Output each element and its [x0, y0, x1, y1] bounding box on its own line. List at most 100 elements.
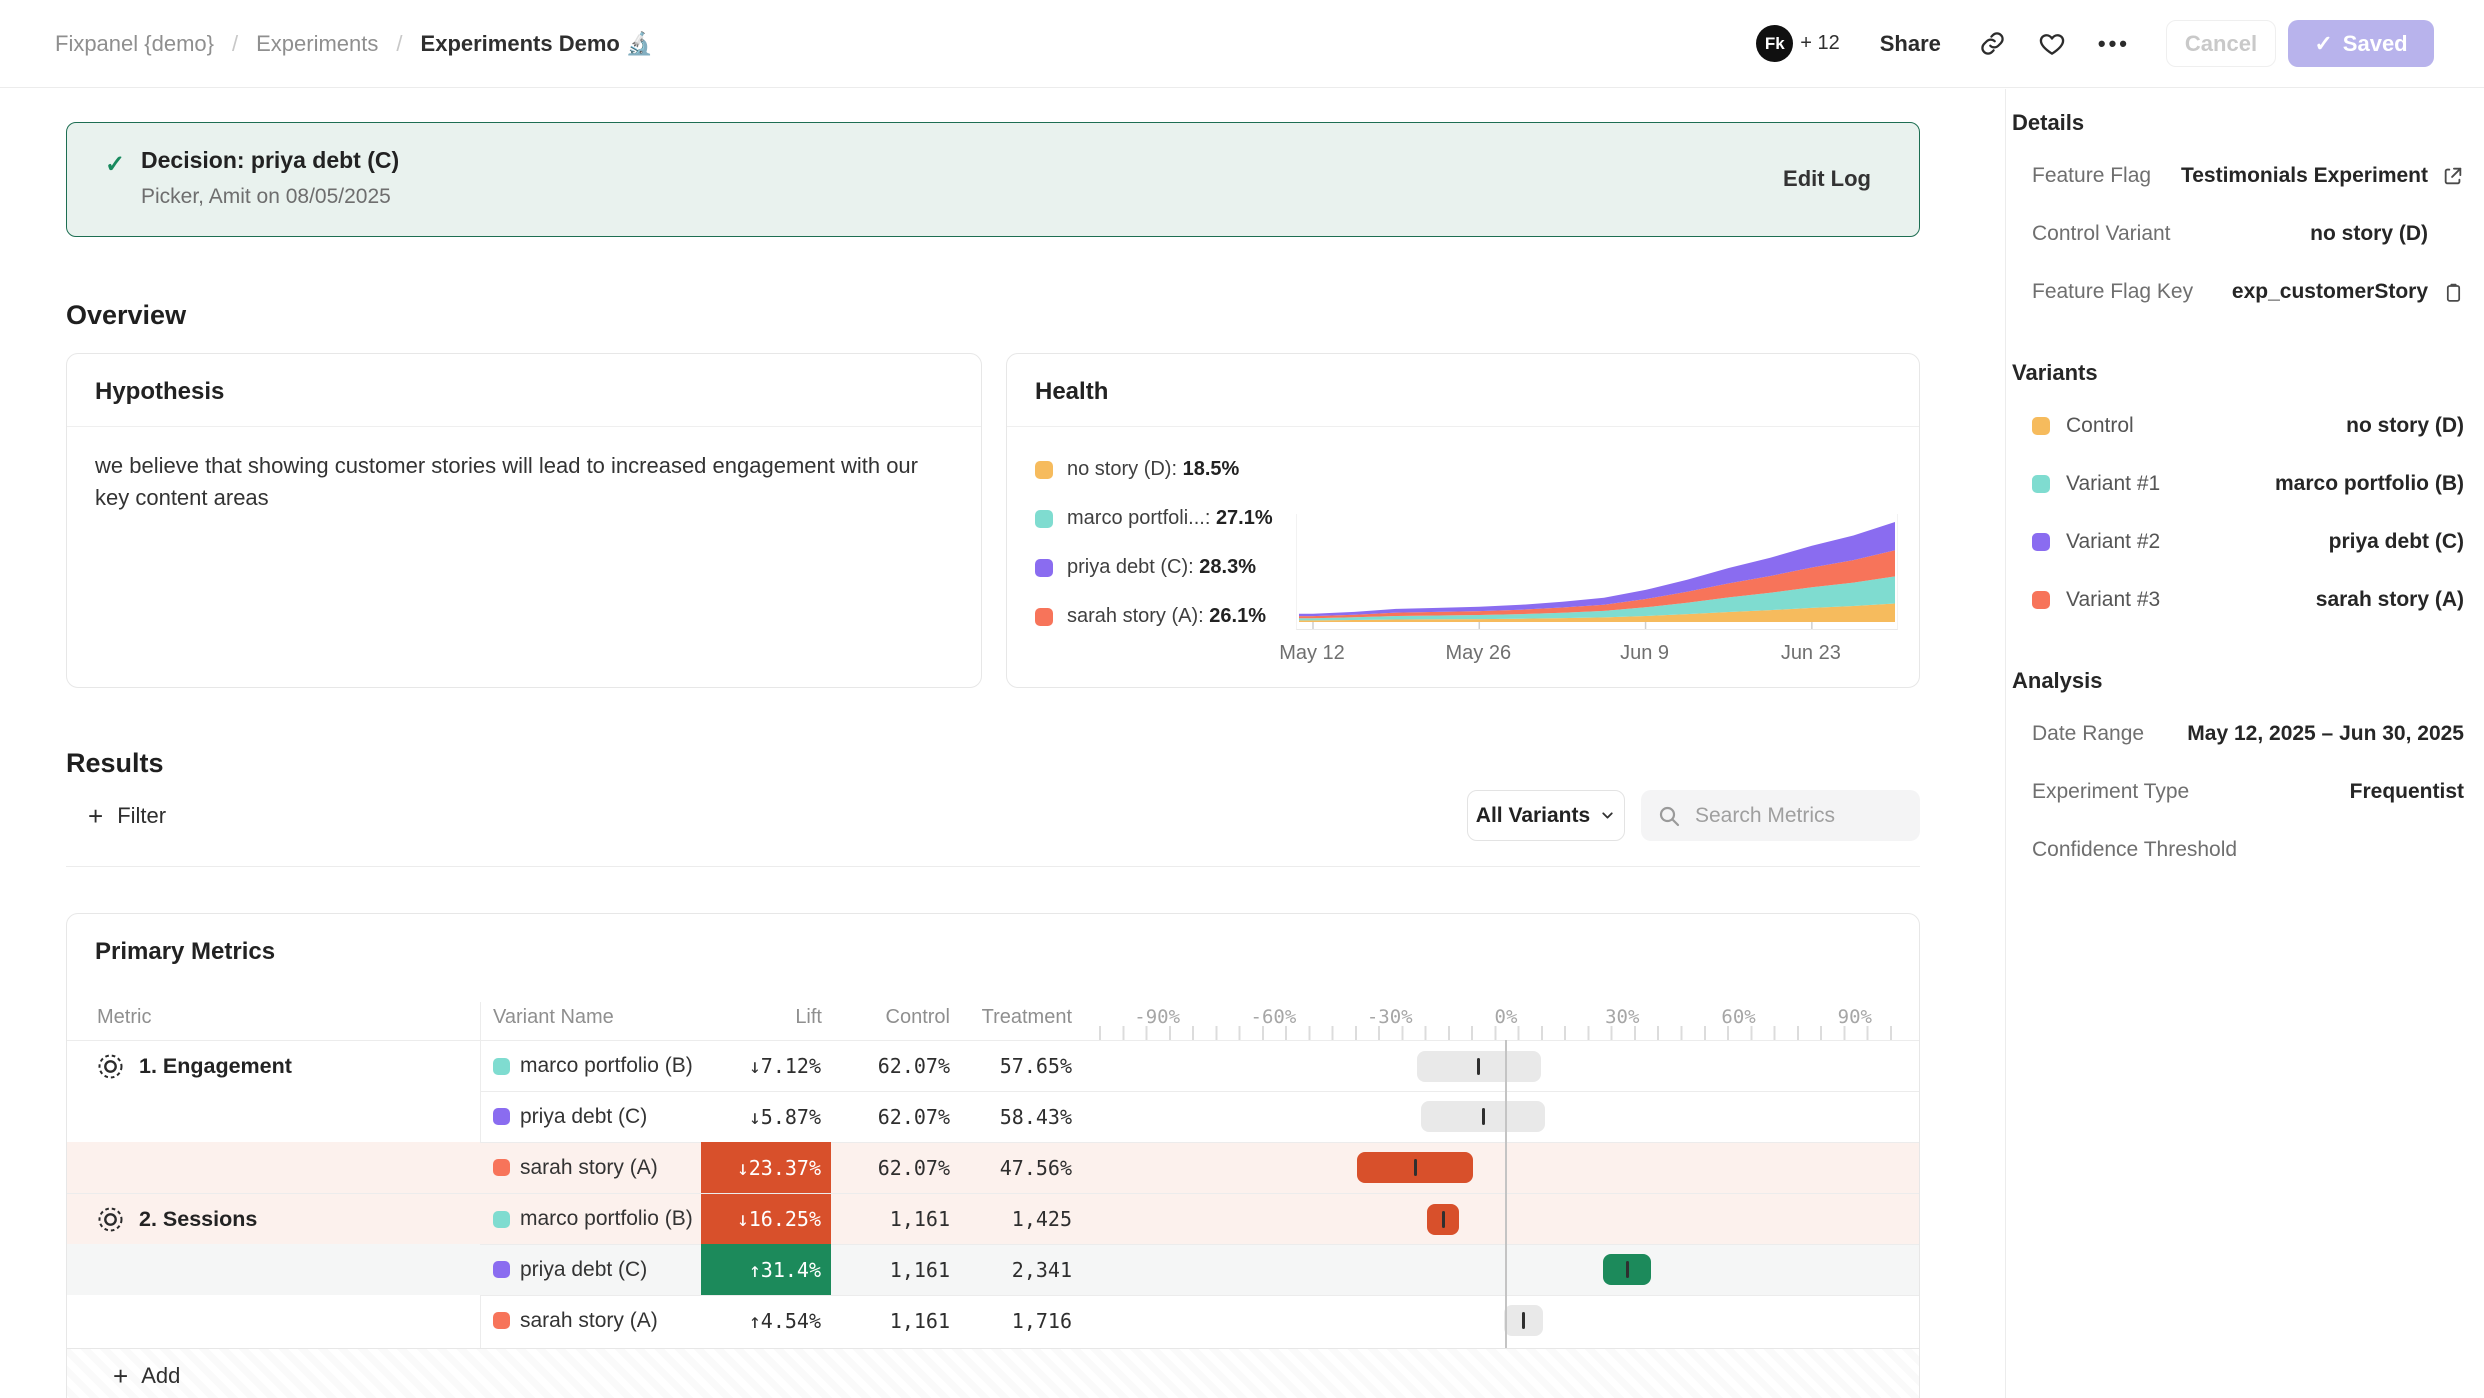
control-value: 1,161	[842, 1194, 950, 1244]
x-axis-label: Jun 23	[1781, 642, 1841, 665]
variant-name: priya debt (C)	[520, 1091, 647, 1142]
breadcrumb-app[interactable]: Fixpanel {demo}	[55, 31, 214, 57]
breadcrumb-experiments[interactable]: Experiments	[256, 31, 378, 57]
edit-log-button[interactable]: Edit Log	[1777, 153, 1877, 205]
analysis-heading: Analysis	[2012, 667, 2464, 695]
breadcrumb-separator: /	[232, 31, 238, 57]
analysis-label: Date Range	[2032, 722, 2144, 746]
overview-heading: Overview	[66, 300, 186, 331]
variant-row: Variant #3 sarah story (A)	[2012, 571, 2464, 629]
saved-label: Saved	[2343, 31, 2408, 57]
more-menu-button[interactable]: •••	[2098, 31, 2130, 57]
lift-value: ↑4.54%	[701, 1295, 831, 1346]
variant-value: priya debt (C)	[2329, 530, 2464, 554]
table-row: sarah story (A)↑4.54%1,1611,716	[67, 1295, 1919, 1346]
copy-link-button[interactable]	[1979, 30, 2006, 57]
variant-name: marco portfolio (B)	[520, 1041, 693, 1091]
copy-icon[interactable]	[2440, 282, 2464, 303]
control-value: 1,161	[842, 1295, 950, 1346]
add-filter-button[interactable]: + Filter	[82, 798, 172, 834]
collaborators-count[interactable]: + 12	[1800, 32, 1839, 55]
health-card: Health no story (D): 18.5% marco portfoli…	[1006, 353, 1920, 688]
favorite-button[interactable]	[2038, 30, 2066, 58]
add-metric-row: + Add	[67, 1348, 1919, 1398]
heart-icon	[2038, 30, 2066, 58]
detail-label: Control Variant	[2032, 222, 2171, 246]
health-legend: no story (D): 18.5% marco portfoli...: 27…	[1035, 458, 1273, 628]
row-separator	[480, 1091, 1919, 1092]
axis-tick-label: -30%	[1367, 1006, 1413, 1028]
legend-value: 18.5%	[1183, 458, 1240, 480]
variant-label: Variant #3	[2066, 588, 2160, 612]
goal-metric-icon	[97, 1053, 124, 1080]
detail-value: exp_customerStory	[2232, 280, 2428, 304]
detail-value[interactable]: Testimonials Experiment	[2181, 164, 2428, 188]
legend-item: marco portfoli...: 27.1%	[1035, 507, 1273, 530]
control-value: 62.07%	[842, 1091, 950, 1142]
saved-button[interactable]: ✓ Saved	[2288, 20, 2434, 67]
table-header: Metric Variant Name Lift Control Treatme…	[67, 1002, 1919, 1040]
variant-name: sarah story (A)	[520, 1295, 658, 1346]
legend-color-swatch	[1035, 510, 1053, 528]
top-actions: Fk + 12 Share ••• Cancel ✓ Saved	[1756, 20, 2434, 67]
analysis-row: Confidence Threshold	[2012, 821, 2464, 879]
external-link-icon[interactable]	[2440, 165, 2464, 187]
x-axis-label: May 26	[1445, 642, 1511, 665]
column-header-metric: Metric	[97, 1006, 151, 1029]
variant-color-swatch	[493, 1312, 510, 1329]
treatment-value: 58.43%	[962, 1091, 1072, 1142]
legend-color-swatch	[1035, 461, 1053, 479]
hypothesis-title: Hypothesis	[95, 378, 224, 406]
variant-color-swatch	[493, 1108, 510, 1125]
table-row: 1. Engagementmarco portfolio (B)↓7.12%62…	[67, 1040, 1919, 1091]
x-axis-label: Jun 9	[1620, 642, 1669, 665]
control-value: 62.07%	[842, 1041, 950, 1091]
row-separator	[480, 1295, 1919, 1296]
legend-value: 27.1%	[1216, 507, 1273, 529]
detail-row: Control Variantno story (D)	[2012, 205, 2464, 263]
variant-name: sarah story (A)	[520, 1142, 658, 1193]
variant-color-swatch	[493, 1261, 510, 1278]
lift-value: ↓23.37%	[701, 1142, 831, 1193]
variant-row: Controlno story (D)	[2012, 397, 2464, 455]
lift-value: ↓7.12%	[701, 1041, 831, 1091]
all-variants-label: All Variants	[1476, 804, 1590, 828]
axis-ruler	[1099, 1026, 1913, 1040]
check-icon: ✓	[2314, 31, 2332, 57]
table-row: priya debt (C) ↓5.87%62.07%58.43%	[67, 1091, 1919, 1142]
health-title: Health	[1035, 378, 1108, 406]
column-header-treatment: Treatment	[962, 1006, 1072, 1029]
legend-color-swatch	[1035, 608, 1053, 626]
legend-item: no story (D): 18.5%	[1035, 458, 1273, 481]
health-chart[interactable]	[1296, 514, 1898, 630]
all-variants-dropdown[interactable]: All Variants	[1467, 790, 1625, 841]
hypothesis-card: Hypothesis we believe that showing custo…	[66, 353, 982, 688]
variant-color-swatch	[493, 1058, 510, 1075]
axis-tick-label: -60%	[1251, 1006, 1297, 1028]
page-title[interactable]: Experiments Demo 🔬	[421, 31, 654, 57]
lift-value: ↓5.87%	[701, 1091, 831, 1142]
variant-name: marco portfolio (B)	[520, 1194, 693, 1244]
legend-item: sarah story (A): 26.1%	[1035, 605, 1273, 628]
decision-title: Decision: priya debt (C)	[141, 147, 399, 174]
analysis-label: Confidence Threshold	[2032, 838, 2237, 862]
lift-value: ↓16.25%	[701, 1194, 831, 1244]
variant-color-swatch	[493, 1159, 510, 1176]
breadcrumb: Fixpanel {demo} / Experiments / Experime…	[55, 31, 653, 57]
share-button[interactable]: Share	[1874, 30, 1947, 58]
legend-value: 26.1%	[1209, 605, 1266, 627]
search-metrics-input[interactable]	[1693, 803, 1904, 829]
details-section: Details Feature FlagTestimonials Experim…	[2012, 109, 2464, 321]
row-separator	[480, 1142, 1919, 1143]
variant-value: sarah story (A)	[2316, 588, 2464, 612]
add-metric-button[interactable]: + Add	[107, 1362, 186, 1390]
detail-label: Feature Flag Key	[2032, 280, 2193, 304]
variant-row: Variant #1marco portfolio (B)	[2012, 455, 2464, 513]
control-value: 1,161	[842, 1244, 950, 1295]
analysis-row: Date RangeMay 12, 2025 – Jun 30, 2025	[2012, 705, 2464, 763]
goal-metric-icon	[97, 1206, 124, 1233]
avatar[interactable]: Fk	[1756, 25, 1793, 62]
variant-label: Variant #1	[2066, 472, 2160, 496]
cancel-button[interactable]: Cancel	[2166, 20, 2276, 67]
primary-metrics-title: Primary Metrics	[95, 938, 275, 966]
